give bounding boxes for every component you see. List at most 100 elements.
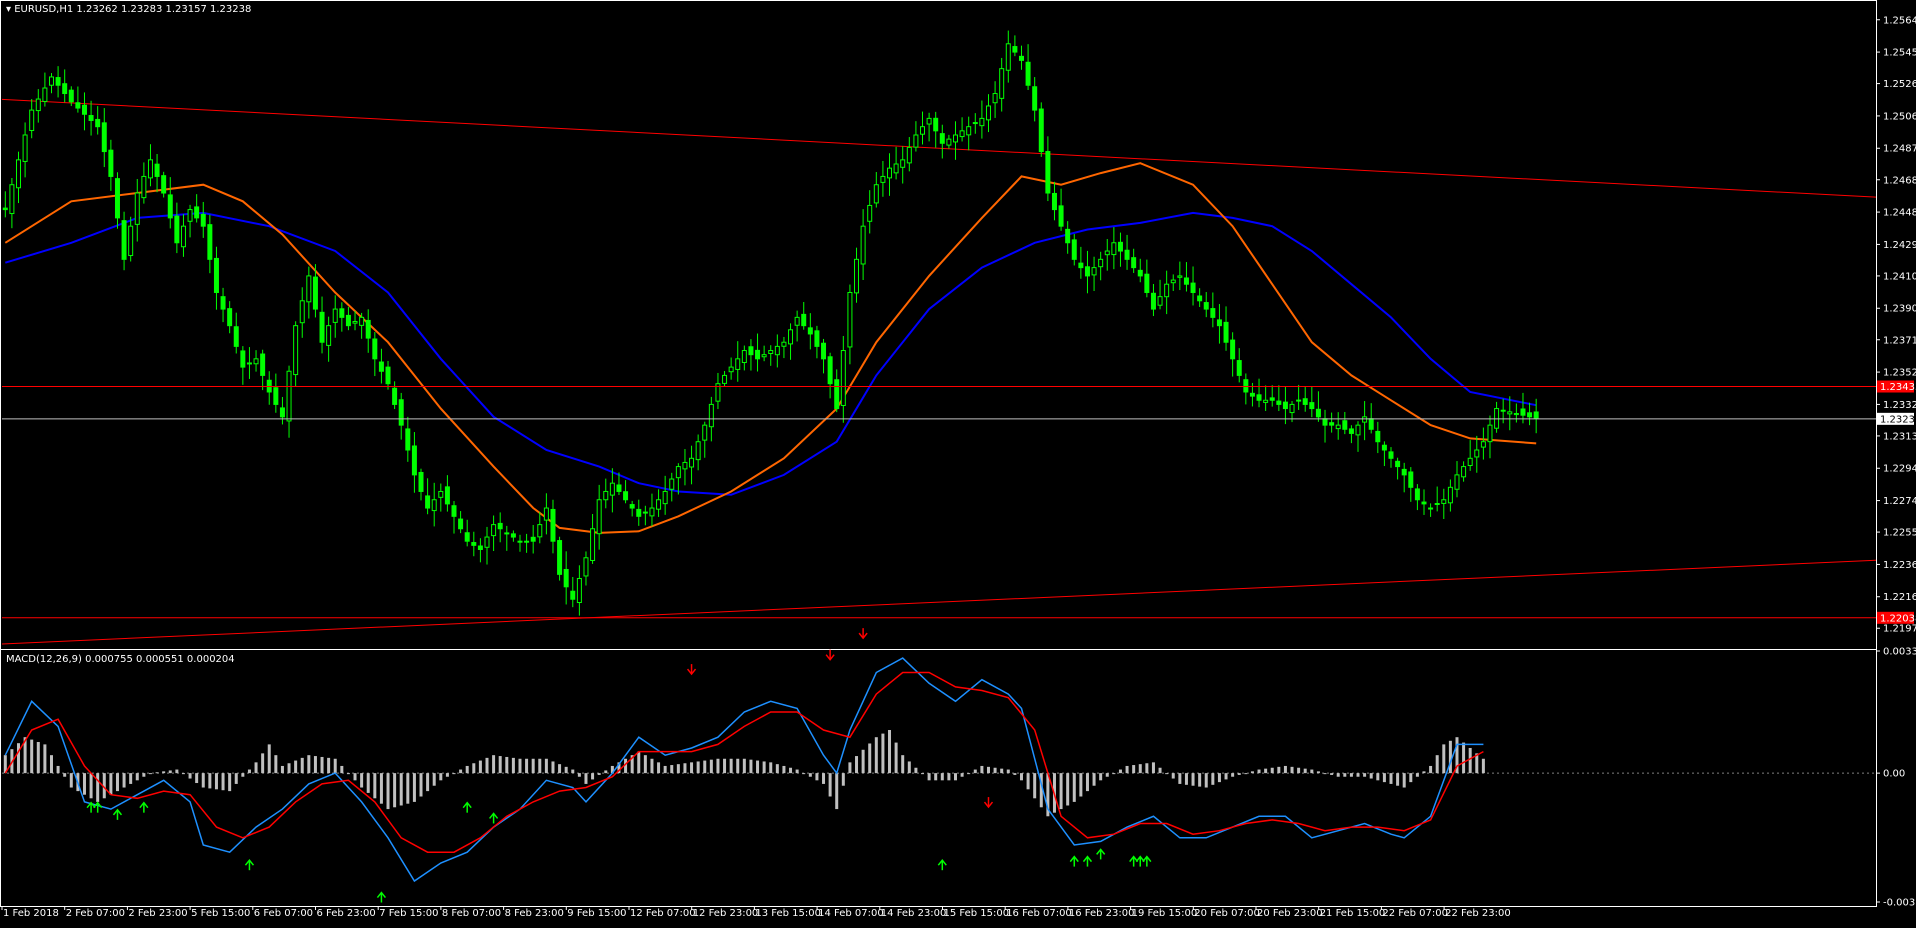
macd-histogram-bar (1376, 773, 1380, 781)
macd-histogram-bar (366, 773, 370, 793)
candle-body (1124, 249, 1130, 260)
macd-histogram-bar (1448, 740, 1452, 774)
macd-histogram-bar (973, 769, 977, 774)
candle-body (1164, 283, 1170, 298)
candle-body (1533, 411, 1539, 420)
candle-body (781, 341, 787, 347)
candle-body (1104, 250, 1110, 256)
macd-histogram-bar (1297, 767, 1301, 774)
macd-histogram-bar (16, 743, 20, 774)
candle-body (656, 499, 662, 510)
chart-canvas[interactable]: 1.25645 1.25450 1.25260 1.25065 1.24870 1.246… (0, 0, 1916, 924)
candle-body (253, 358, 259, 365)
candle-body (1461, 466, 1467, 478)
macd-histogram-bar (208, 773, 212, 789)
candle-body (207, 224, 213, 260)
macd-histogram-bar (426, 773, 430, 792)
macd-histogram-bar (1336, 773, 1340, 777)
macd-label: MACD(12,26,9) (6, 654, 82, 665)
macd-histogram-bar (993, 767, 997, 774)
candle-body (187, 209, 193, 222)
macd-histogram-bar (56, 765, 60, 774)
macd-histogram-bar (274, 755, 278, 774)
candle-body (827, 356, 833, 385)
candle-body (200, 213, 206, 227)
time-axis-label: 21 Feb 15:00 (1320, 908, 1386, 919)
candle-body (95, 118, 101, 128)
candle-body (517, 540, 523, 543)
time-axis-label: 13 Feb 15:00 (755, 908, 821, 919)
candle-body (1381, 444, 1387, 451)
macd-histogram-bar (564, 766, 568, 774)
macd-histogram-bar (280, 765, 284, 774)
candle-body (1289, 403, 1295, 414)
candle-body (510, 533, 516, 538)
candle-body (1071, 239, 1077, 260)
candle-body (920, 126, 926, 135)
candle-body (1401, 468, 1407, 476)
symbol-label: EURUSD,H1 (14, 4, 74, 15)
price-axis-label: 1.24870 (1883, 144, 1916, 155)
macd-histogram-bar (1158, 767, 1162, 774)
macd-histogram-bar (254, 762, 258, 774)
macd-histogram-bar (511, 757, 515, 774)
macd-histogram-bar (1330, 773, 1334, 775)
macd-histogram-bar (1422, 771, 1426, 774)
candle-body (768, 350, 774, 355)
macd-histogram-bar (855, 756, 859, 774)
collapse-triangle-icon[interactable]: ▾ (6, 4, 11, 15)
price-axis-label: 1.23715 (1883, 335, 1916, 346)
candle-body (1335, 424, 1341, 430)
candle-body (1454, 474, 1460, 490)
candle-body (444, 486, 450, 505)
candle-body (557, 540, 563, 575)
macd-histogram-bar (775, 764, 779, 774)
candle-body (563, 568, 569, 588)
candle-body (62, 83, 68, 95)
price-axis-label: 1.22165 (1883, 592, 1916, 603)
time-axis-label: 2 Feb 23:00 (128, 908, 187, 919)
candle-body (392, 387, 398, 405)
macd-histogram-bar (287, 763, 291, 774)
candle-body (939, 133, 945, 144)
candle-body (814, 330, 820, 347)
macd-histogram-bar (591, 773, 595, 780)
macd-axis-label: -0.003585 (1883, 898, 1916, 909)
macd-histogram-bar (148, 773, 152, 775)
chart-window[interactable]: 1.25645 1.25450 1.25260 1.25065 1.24870 1.246… (0, 0, 1916, 924)
candle-body (1388, 451, 1394, 459)
macd-histogram-bar (459, 769, 463, 774)
time-axis-label: 20 Feb 23:00 (1257, 908, 1323, 919)
macd-histogram-bar (571, 769, 575, 774)
macd-histogram-bar (1151, 762, 1155, 774)
candle-body (1302, 398, 1308, 405)
macd-histogram-bar (1468, 747, 1472, 774)
macd-histogram-bar (419, 773, 423, 797)
macd-histogram-bar (452, 773, 456, 775)
time-axis-label: 14 Feb 23:00 (881, 908, 947, 919)
candle-body (603, 490, 609, 501)
macd-histogram-bar (247, 769, 251, 774)
macd-histogram-bar (1389, 773, 1393, 784)
macd-histogram-bar (294, 760, 298, 774)
macd-histogram-bar (782, 765, 786, 774)
macd-histogram-bar (1402, 773, 1406, 788)
candle-body (1395, 460, 1401, 468)
candle-body (662, 490, 668, 505)
candle-body (880, 175, 886, 183)
candle-body (741, 350, 747, 364)
macd-histogram-bar (175, 769, 179, 774)
current-price-tag-label: 1.23238 (1880, 414, 1916, 425)
candle-body (1183, 277, 1189, 285)
macd-histogram-bar (109, 773, 113, 795)
time-axis-label: 20 Feb 07:00 (1194, 908, 1260, 919)
candle-body (1500, 409, 1506, 412)
candle-body (174, 215, 180, 244)
time-axis-label: 1 Feb 2018 (3, 908, 59, 919)
macd-histogram-bar (188, 773, 192, 779)
candle-body (1098, 258, 1104, 268)
macd-histogram-bar (155, 772, 159, 774)
macd-histogram-bar (241, 773, 245, 777)
macd-histogram-bar (584, 773, 588, 784)
macd-histogram-bar (498, 756, 502, 774)
